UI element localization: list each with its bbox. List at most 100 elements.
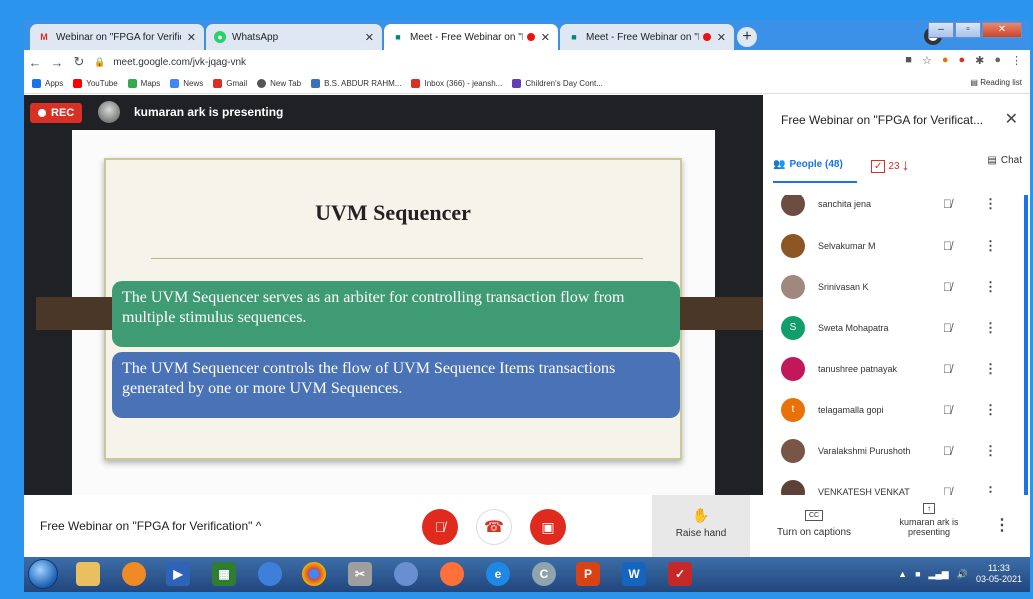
powerpoint-icon[interactable]: P (576, 562, 600, 586)
bookmark-bsabdur[interactable]: B.S. ABDUR RAHM... (311, 79, 401, 88)
captions-button[interactable]: CC Turn on captions (770, 509, 858, 538)
media-center-icon[interactable]: ▶ (166, 562, 190, 586)
list-item[interactable]: S Sweta Mohapatra 🎙̸ ⋮ (763, 307, 1030, 348)
bookmark-newtab[interactable]: New Tab (257, 79, 301, 88)
tab-chat[interactable]: ▤ Chat (987, 155, 1022, 166)
more-options-icon[interactable]: ⋮ (984, 320, 997, 336)
leave-call-button[interactable]: ☎ (476, 509, 512, 545)
tab-meet-2[interactable]: ■ Meet - Free Webinar on "FP ✕ (560, 24, 734, 50)
more-options-icon[interactable]: ⋮ (984, 196, 997, 212)
close-tab-icon[interactable]: ✕ (541, 31, 550, 44)
participant-name: Srinivasan K (818, 281, 869, 292)
paint-icon[interactable] (394, 562, 418, 586)
bookmark-maps[interactable]: Maps (127, 79, 160, 88)
more-options-icon[interactable]: ⋮ (984, 484, 997, 496)
close-icon[interactable]: ✕ (1005, 109, 1018, 129)
more-options-icon[interactable]: ⋮ (984, 361, 997, 377)
raise-hand-label: Raise hand (675, 528, 727, 539)
account-avatar-icon[interactable]: ● (994, 54, 1001, 67)
camera-toggle-button[interactable]: ▣ (530, 509, 566, 545)
app-icon[interactable]: ✓ (668, 562, 692, 586)
bookmark-label: B.S. ABDUR RAHM... (324, 79, 402, 88)
bookmark-childrensday[interactable]: Children's Day Cont... (512, 79, 603, 88)
bookmark-youtube[interactable]: YouTube (73, 79, 118, 88)
bookmark-inbox[interactable]: Inbox (366) - jeansh... (411, 79, 502, 88)
tab-gmail-webinar[interactable]: M Webinar on "FPGA for Verificatio ✕ (30, 24, 204, 50)
bookmark-label: Inbox (366) - jeansh... (424, 79, 503, 88)
more-options-icon[interactable]: ⋮ (984, 279, 997, 295)
maximize-button[interactable]: ▫ (955, 22, 981, 38)
reading-list-button[interactable]: ▤ Reading list (970, 78, 1022, 87)
media-player-icon[interactable] (122, 562, 146, 586)
list-item[interactable]: tanushree patnayak 🎙̸ ⋮ (763, 348, 1030, 389)
meet-icon: ■ (395, 32, 401, 42)
meeting-details-button[interactable]: Free Webinar on "FPGA for Verification" … (40, 519, 261, 533)
chrome-icon[interactable] (302, 562, 326, 586)
bookmark-label: Gmail (226, 79, 248, 88)
close-tab-icon[interactable]: ✕ (187, 31, 196, 44)
bookmark-star-icon[interactable]: ☆ (922, 54, 932, 67)
tab-people[interactable]: 👥 People (48) (773, 151, 857, 183)
list-item[interactable]: Varalakshmi Purushoth 🎙̸ ⋮ (763, 430, 1030, 471)
bookmark-gmail[interactable]: Gmail (213, 79, 247, 88)
more-options-icon[interactable]: ⋮ (984, 402, 997, 418)
more-options-icon[interactable]: ⋮ (994, 515, 1010, 535)
window-close-button[interactable]: ✕ (982, 22, 1022, 38)
app-icon[interactable] (258, 562, 282, 586)
extension-icon[interactable]: ● (942, 54, 949, 67)
participant-list-scrollbar[interactable] (1024, 195, 1028, 495)
close-tab-icon[interactable]: ✕ (717, 31, 726, 44)
address-input[interactable]: meet.google.com/jvk-jqag-vnk (113, 57, 246, 68)
list-item[interactable]: VENKATESH VENKAT 🎙̸ ⋮ (763, 471, 1030, 495)
reload-icon[interactable]: ↻ (68, 54, 90, 70)
volume-icon[interactable]: 🔊 (957, 569, 968, 580)
new-tab-button[interactable]: + (737, 27, 757, 47)
app-icon[interactable]: C (532, 562, 556, 586)
checkbox-icon: ✓ (871, 159, 886, 173)
forward-arrow-icon[interactable]: → (46, 55, 68, 70)
tab-whatsapp[interactable]: ● WhatsApp ✕ (206, 24, 382, 50)
close-tab-icon[interactable]: ✕ (365, 31, 374, 44)
list-item[interactable]: t telagamalla gopi 🎙̸ ⋮ (763, 389, 1030, 430)
avatar (98, 101, 120, 123)
camera-icon[interactable]: ■ (905, 54, 912, 67)
list-item[interactable]: Selvakumar M 🎙̸ ⋮ (763, 225, 1030, 266)
raised-hands-indicator[interactable]: ✓ 23 ↓ (871, 157, 910, 175)
internet-explorer-icon[interactable]: e (486, 562, 510, 586)
tab-title: Meet - Free Webinar on "FP (586, 31, 699, 43)
calculator-icon[interactable]: ▦ (212, 562, 236, 586)
people-tab-label: People (48) (789, 158, 843, 170)
reading-list-label: Reading list (980, 78, 1022, 87)
mic-toggle-button[interactable]: 🎙̸ (422, 509, 458, 545)
bookmark-label: YouTube (86, 79, 118, 88)
mic-off-icon: 🎙̸ (943, 484, 952, 496)
extension-icon[interactable]: ● (958, 54, 965, 67)
start-button[interactable] (28, 559, 58, 589)
minimize-button[interactable]: – (928, 22, 954, 38)
navigation-bar: ← → ↻ 🔒 meet.google.com/jvk-jqag-vnk ■ ☆… (24, 50, 1030, 74)
word-icon[interactable]: W (622, 562, 646, 586)
list-item[interactable]: Srinivasan K 🎙̸ ⋮ (763, 266, 1030, 307)
captions-label: Turn on captions (776, 527, 852, 538)
flag-icon[interactable]: ■ (915, 569, 920, 579)
more-options-icon[interactable]: ⋮ (984, 443, 997, 459)
gmail-icon: M (40, 32, 48, 42)
raise-hand-button[interactable]: ✋ Raise hand (652, 495, 750, 557)
back-arrow-icon[interactable]: ← (24, 55, 46, 70)
bookmark-news[interactable]: News (170, 79, 203, 88)
puzzle-icon[interactable]: ✱ (975, 54, 984, 67)
file-explorer-icon[interactable] (76, 562, 100, 586)
list-item[interactable]: sanchita jena 🎙̸ ⋮ (763, 195, 1030, 224)
presentation-slide: UVM Sequencer The UVM Sequencer serves a… (36, 130, 796, 495)
snipping-tool-icon[interactable]: ✂ (348, 562, 372, 586)
present-status-button[interactable]: ↑ kumaran ark is presenting (884, 503, 974, 537)
network-icon[interactable]: ▂▄▆ (929, 569, 949, 580)
tray-arrow-icon[interactable]: ▲ (898, 569, 907, 579)
tab-meet-active[interactable]: ■ Meet - Free Webinar on "FP ✕ (384, 24, 558, 50)
bookmark-apps[interactable]: Apps (32, 79, 63, 88)
raised-hands-count: 23 (888, 160, 900, 172)
firefox-icon[interactable] (440, 562, 464, 586)
clock[interactable]: 11:33 03-05-2021 (976, 563, 1022, 585)
more-options-icon[interactable]: ⋮ (984, 238, 997, 254)
menu-icon[interactable]: ⋮ (1011, 54, 1022, 67)
